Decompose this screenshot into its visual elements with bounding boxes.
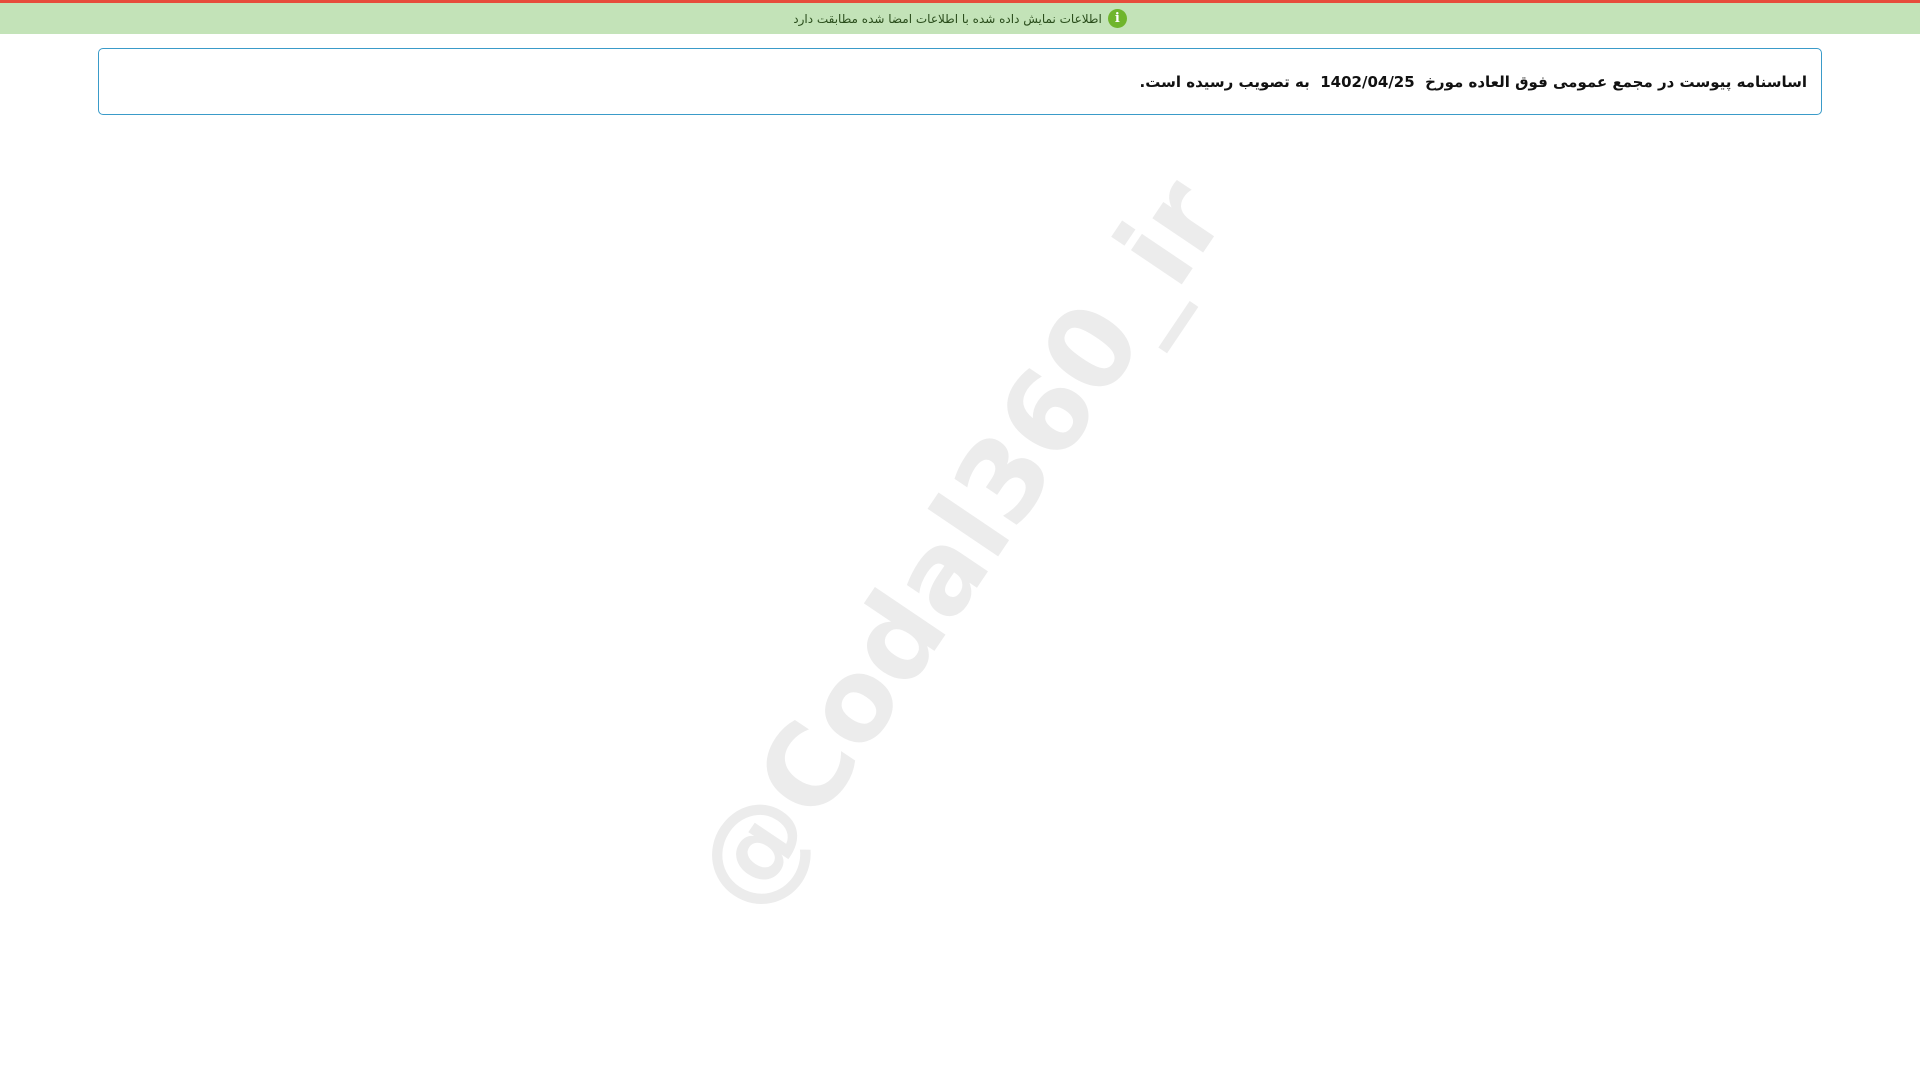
verification-message: اطلاعات نمایش داده شده با اطلاعات امضا ش…	[793, 11, 1102, 26]
notice-date: 1402/04/25	[1320, 72, 1415, 91]
notice-text: اساسنامه پیوست در مجمع عمومی فوق العاده …	[1140, 73, 1807, 91]
notice-text-after-date: به تصویب رسیده است.	[1139, 72, 1310, 91]
watermark: @Codal360_ir	[668, 156, 1252, 934]
verification-banner: i اطلاعات نمایش داده شده با اطلاعات امضا…	[0, 3, 1920, 34]
info-icon: i	[1107, 9, 1127, 28]
notice-box: اساسنامه پیوست در مجمع عمومی فوق العاده …	[98, 48, 1822, 115]
notice-text-before-date: اساسنامه پیوست در مجمع عمومی فوق العاده …	[1425, 72, 1807, 91]
